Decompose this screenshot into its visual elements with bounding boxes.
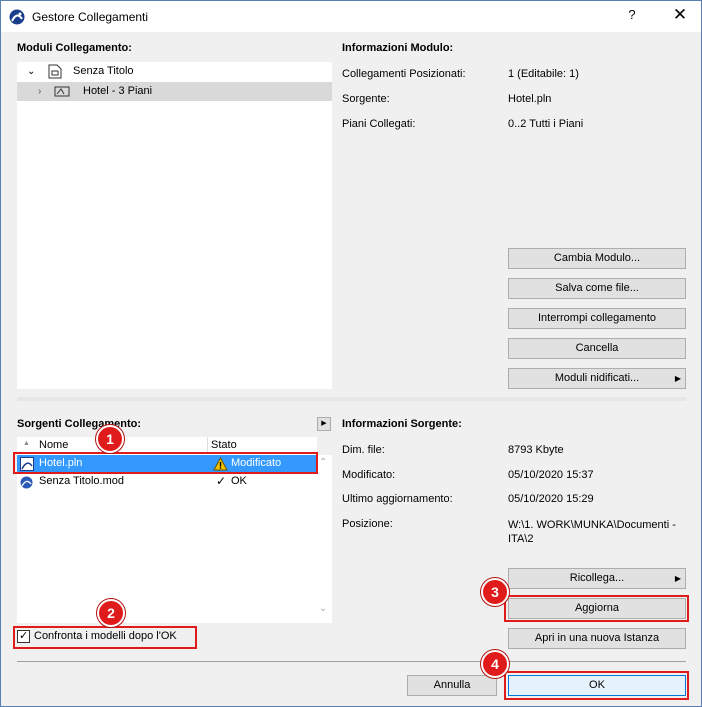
- last-update-value: 05/10/2020 15:29: [508, 493, 594, 505]
- location-value: W:\1. WORK\MUNKA\Documenti - ITA\2: [508, 519, 676, 545]
- module-info-heading: Informazioni Modulo:: [342, 42, 454, 54]
- button-label: Annulla: [433, 679, 471, 691]
- last-update-label: Ultimo aggiornamento:: [342, 493, 453, 505]
- linked-stories-label: Piani Collegati:: [342, 118, 416, 130]
- tree-item-label: Hotel - 3 Piani: [83, 85, 153, 97]
- relink-button[interactable]: Ricollega... ▶: [508, 568, 686, 589]
- modified-value: 05/10/2020 15:37: [508, 469, 594, 481]
- modified-label: Modificato:: [342, 469, 396, 481]
- button-label: Interrompi collegamento: [537, 312, 656, 324]
- callout-badge-4: 4: [481, 650, 509, 678]
- source-status: OK: [231, 475, 247, 487]
- location-label: Posizione:: [342, 518, 393, 530]
- file-size-value: 8793 Kbyte: [508, 444, 564, 456]
- linked-stories-value: 0..2 Tutti i Piani: [508, 118, 584, 130]
- close-button[interactable]: ✕: [665, 4, 695, 28]
- save-as-file-button[interactable]: Salva come file...: [508, 278, 686, 299]
- highlight-box-source-row: [13, 452, 318, 474]
- footer-separator: [17, 661, 686, 662]
- callout-badge-1: 1: [96, 425, 124, 453]
- highlight-box-checkbox: [13, 626, 197, 649]
- source-info-heading: Informazioni Sorgente:: [342, 418, 462, 430]
- triangle-right-icon: ▶: [674, 374, 681, 383]
- list-item[interactable]: Senza Titolo.mod ✓ OK: [17, 473, 317, 491]
- source-value: Hotel.pln: [508, 93, 552, 105]
- placed-links-value: 1 (Editabile: 1): [508, 68, 579, 80]
- window-title: Gestore Collegamenti: [32, 10, 149, 24]
- button-label: Ricollega...: [569, 572, 625, 584]
- nested-modules-button[interactable]: Moduli nidificati... ▶: [508, 368, 686, 389]
- tree-item-root[interactable]: ⌄ Senza Titolo: [17, 62, 333, 81]
- sources-menu-button[interactable]: ▶: [317, 417, 331, 431]
- help-button[interactable]: ?: [621, 7, 643, 27]
- open-new-instance-button[interactable]: Apri in una nuova Istanza: [508, 628, 686, 649]
- placed-links-label: Collegamenti Posizionati:: [342, 68, 466, 80]
- source-name: Senza Titolo.mod: [39, 475, 124, 487]
- sources-heading: Sorgenti Collegamento:: [17, 418, 142, 430]
- title-bar[interactable]: Gestore Collegamenti ? ✕: [1, 1, 701, 32]
- column-status-header[interactable]: Stato: [211, 439, 237, 451]
- callout-badge-2: 2: [97, 599, 125, 627]
- callout-badge-3: 3: [481, 578, 509, 606]
- modules-heading: Moduli Collegamento:: [17, 42, 132, 54]
- source-label: Sorgente:: [342, 93, 390, 105]
- module-link-icon: [54, 86, 70, 97]
- modules-tree[interactable]: ⌄ Senza Titolo › Hotel - 3 Piani: [17, 62, 332, 389]
- tree-item-module[interactable]: › Hotel - 3 Piani: [17, 82, 332, 101]
- document-icon: [48, 64, 62, 79]
- change-module-button[interactable]: Cambia Modulo...: [508, 248, 686, 269]
- break-link-button[interactable]: Interrompi collegamento: [508, 308, 686, 329]
- checkmark-icon: ✓: [216, 474, 227, 488]
- button-label: Moduli nidificati...: [554, 372, 640, 384]
- mod-file-icon: [20, 476, 33, 489]
- chevron-down-icon[interactable]: ⌄: [319, 603, 327, 614]
- section-divider: [17, 397, 686, 401]
- chevron-up-icon[interactable]: ⌃: [319, 457, 327, 468]
- button-label: Cambia Modulo...: [553, 252, 641, 264]
- highlight-box-ok: [504, 671, 689, 700]
- button-label: Cancella: [575, 342, 619, 354]
- chevron-right-icon[interactable]: ›: [38, 82, 41, 101]
- column-name-header[interactable]: Nome: [39, 439, 68, 451]
- sort-up-icon: ▲: [23, 440, 30, 447]
- tree-item-label: Senza Titolo: [73, 65, 134, 77]
- triangle-right-icon: ▶: [674, 574, 681, 583]
- cancel-button[interactable]: Annulla: [407, 675, 497, 696]
- button-label: Salva come file...: [555, 282, 639, 294]
- delete-button[interactable]: Cancella: [508, 338, 686, 359]
- triangle-right-icon: ▶: [321, 420, 327, 427]
- chevron-down-icon[interactable]: ⌄: [27, 62, 35, 81]
- highlight-box-update: [504, 595, 689, 622]
- button-label: Apri in una nuova Istanza: [534, 632, 660, 644]
- list-scrollbar[interactable]: ⌃ ⌄: [317, 455, 332, 623]
- link-manager-dialog: Gestore Collegamenti ? ✕ Moduli Collegam…: [0, 0, 702, 707]
- file-size-label: Dim. file:: [342, 444, 385, 456]
- app-icon: [9, 9, 25, 25]
